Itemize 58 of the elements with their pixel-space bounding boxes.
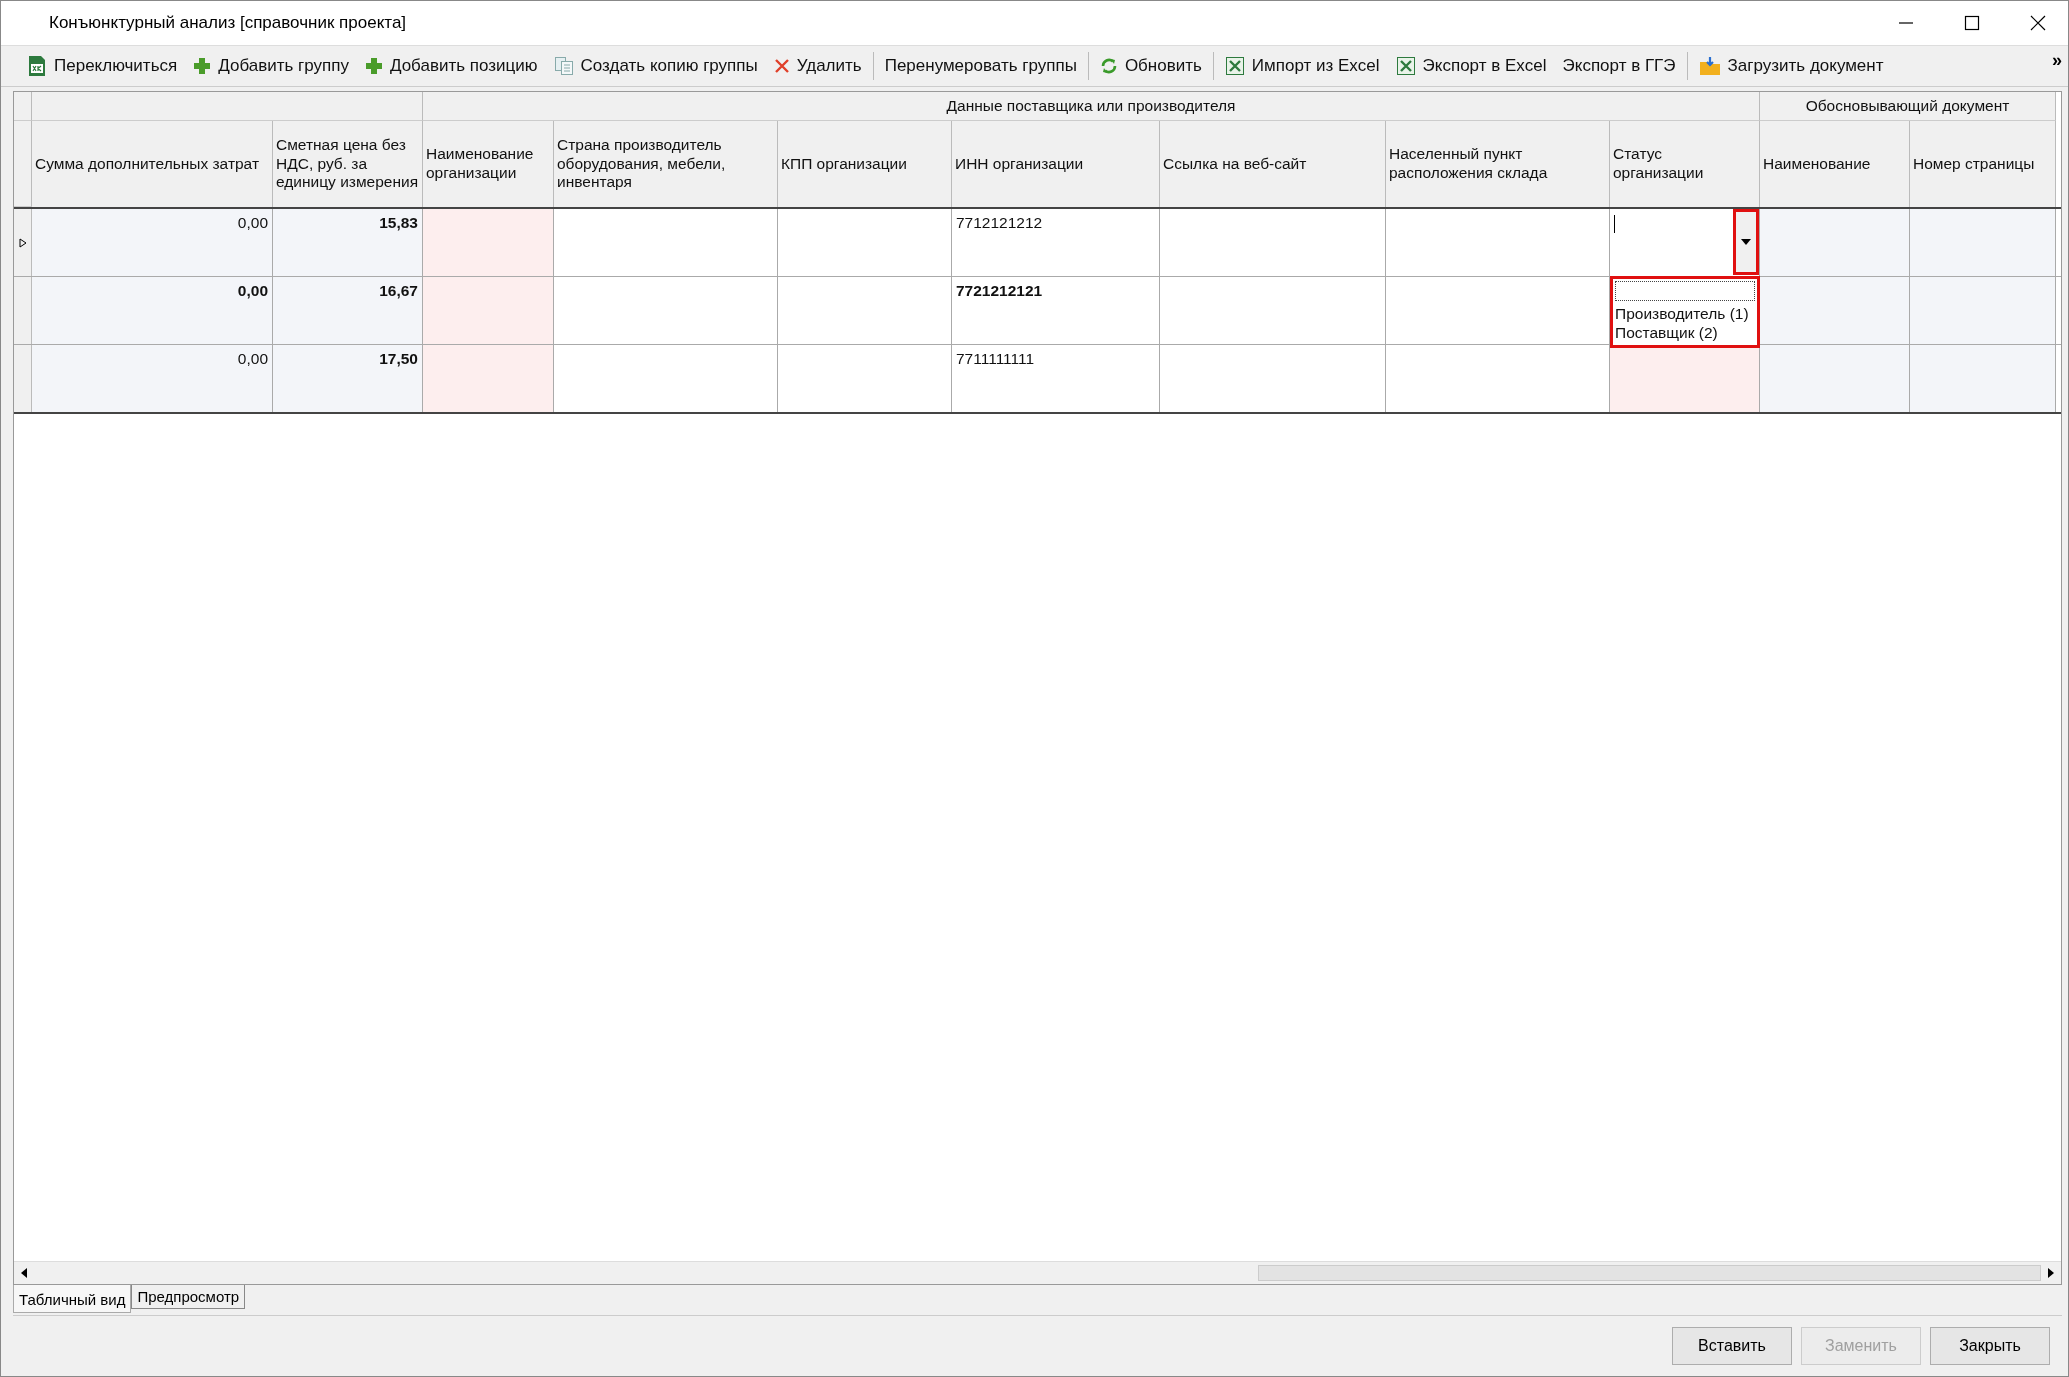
column-group-header: Обосновывающий документ bbox=[1760, 92, 2056, 121]
column-header[interactable]: Наименование организации bbox=[423, 121, 554, 207]
column-header[interactable]: Наименование bbox=[1760, 121, 1910, 207]
plus-icon bbox=[193, 57, 212, 75]
overflow-button[interactable]: » bbox=[2052, 50, 2062, 71]
window-title: Конъюнктурный анализ [справочник проекта] bbox=[49, 13, 408, 33]
spreadsheet-icon bbox=[1224, 56, 1245, 76]
column-header[interactable]: КПП организации bbox=[778, 121, 952, 207]
right-arrow-icon[interactable] bbox=[2047, 1268, 2055, 1278]
toolbar-button[interactable]: Загрузить документ bbox=[1690, 54, 1892, 78]
column-header[interactable]: Сметная цена без НДС, руб. за единицу измерения bbox=[273, 121, 423, 207]
table-cell: 0,00 bbox=[32, 345, 273, 412]
maximize-icon[interactable] bbox=[1964, 15, 1980, 31]
column-header[interactable]: Страна производитель оборудования, мебели, инвентаря bbox=[554, 121, 778, 207]
close-icon[interactable] bbox=[2030, 15, 2046, 31]
toolbar-button[interactable]: Добавить позицию bbox=[356, 54, 546, 78]
horizontal-scrollbar[interactable] bbox=[14, 1261, 2061, 1284]
plus-icon bbox=[364, 57, 383, 75]
scrollbar-thumb[interactable] bbox=[1258, 1265, 2041, 1281]
toolbar-button[interactable]: Переключиться bbox=[19, 53, 186, 79]
toolbar-button[interactable]: Экспорт в ГГЭ bbox=[1554, 54, 1684, 78]
toolbar-button[interactable]: Добавить группу bbox=[185, 54, 357, 78]
column-header[interactable]: Номер страницы bbox=[1910, 121, 2056, 207]
toolbar-button[interactable]: Создать копию группы bbox=[545, 54, 766, 78]
table-cell: 0,00 bbox=[32, 209, 273, 276]
column-header[interactable]: Статус организации bbox=[1610, 121, 1760, 207]
column-header[interactable]: Сумма дополнительных затрат bbox=[32, 121, 273, 207]
refresh-icon bbox=[1099, 57, 1118, 75]
delete-icon bbox=[773, 58, 790, 74]
toolbar-button[interactable]: Экспорт в Excel bbox=[1387, 54, 1555, 78]
tab[interactable]: Предпросмотр bbox=[131, 1285, 246, 1309]
dropdown-option[interactable]: Поставщик (2) bbox=[1615, 323, 1755, 342]
dialog-button[interactable]: Закрыть bbox=[1930, 1327, 2050, 1365]
row-header[interactable] bbox=[14, 209, 32, 276]
column-header[interactable]: ИНН организации bbox=[952, 121, 1160, 207]
column-header[interactable]: Ссылка на веб-сайт bbox=[1160, 121, 1386, 207]
dropdown-option[interactable]: Производитель (1) bbox=[1615, 304, 1755, 323]
left-arrow-icon[interactable] bbox=[20, 1268, 28, 1278]
table-cell: 17,50 bbox=[273, 345, 423, 412]
tab[interactable]: Табличный вид bbox=[13, 1285, 132, 1313]
copy-icon bbox=[553, 56, 574, 76]
current-row-icon bbox=[18, 237, 27, 248]
empty-option[interactable] bbox=[1615, 281, 1755, 301]
column-header[interactable]: Населенный пункт расположения склада bbox=[1386, 121, 1610, 207]
table-cell: 15,83 bbox=[273, 209, 423, 276]
spreadsheet-icon bbox=[27, 55, 47, 77]
toolbar-button[interactable]: Импорт из Excel bbox=[1216, 54, 1388, 78]
toolbar-button[interactable]: Удалить bbox=[765, 54, 870, 78]
toolbar-button[interactable]: Обновить bbox=[1091, 54, 1210, 78]
spreadsheet-icon bbox=[1395, 56, 1416, 76]
folder-arrow-icon bbox=[1698, 56, 1721, 76]
dialog-button[interactable]: Вставить bbox=[1672, 1327, 1792, 1365]
table-cell: 16,67 bbox=[273, 277, 423, 344]
toolbar-button[interactable]: Перенумеровать группы bbox=[876, 54, 1085, 78]
column-group-header: Данные поставщика или производителя bbox=[423, 92, 1760, 121]
caret-icon bbox=[1741, 239, 1751, 245]
dropdown-button[interactable] bbox=[1733, 209, 1759, 275]
table-cell: 0,00 bbox=[32, 277, 273, 344]
